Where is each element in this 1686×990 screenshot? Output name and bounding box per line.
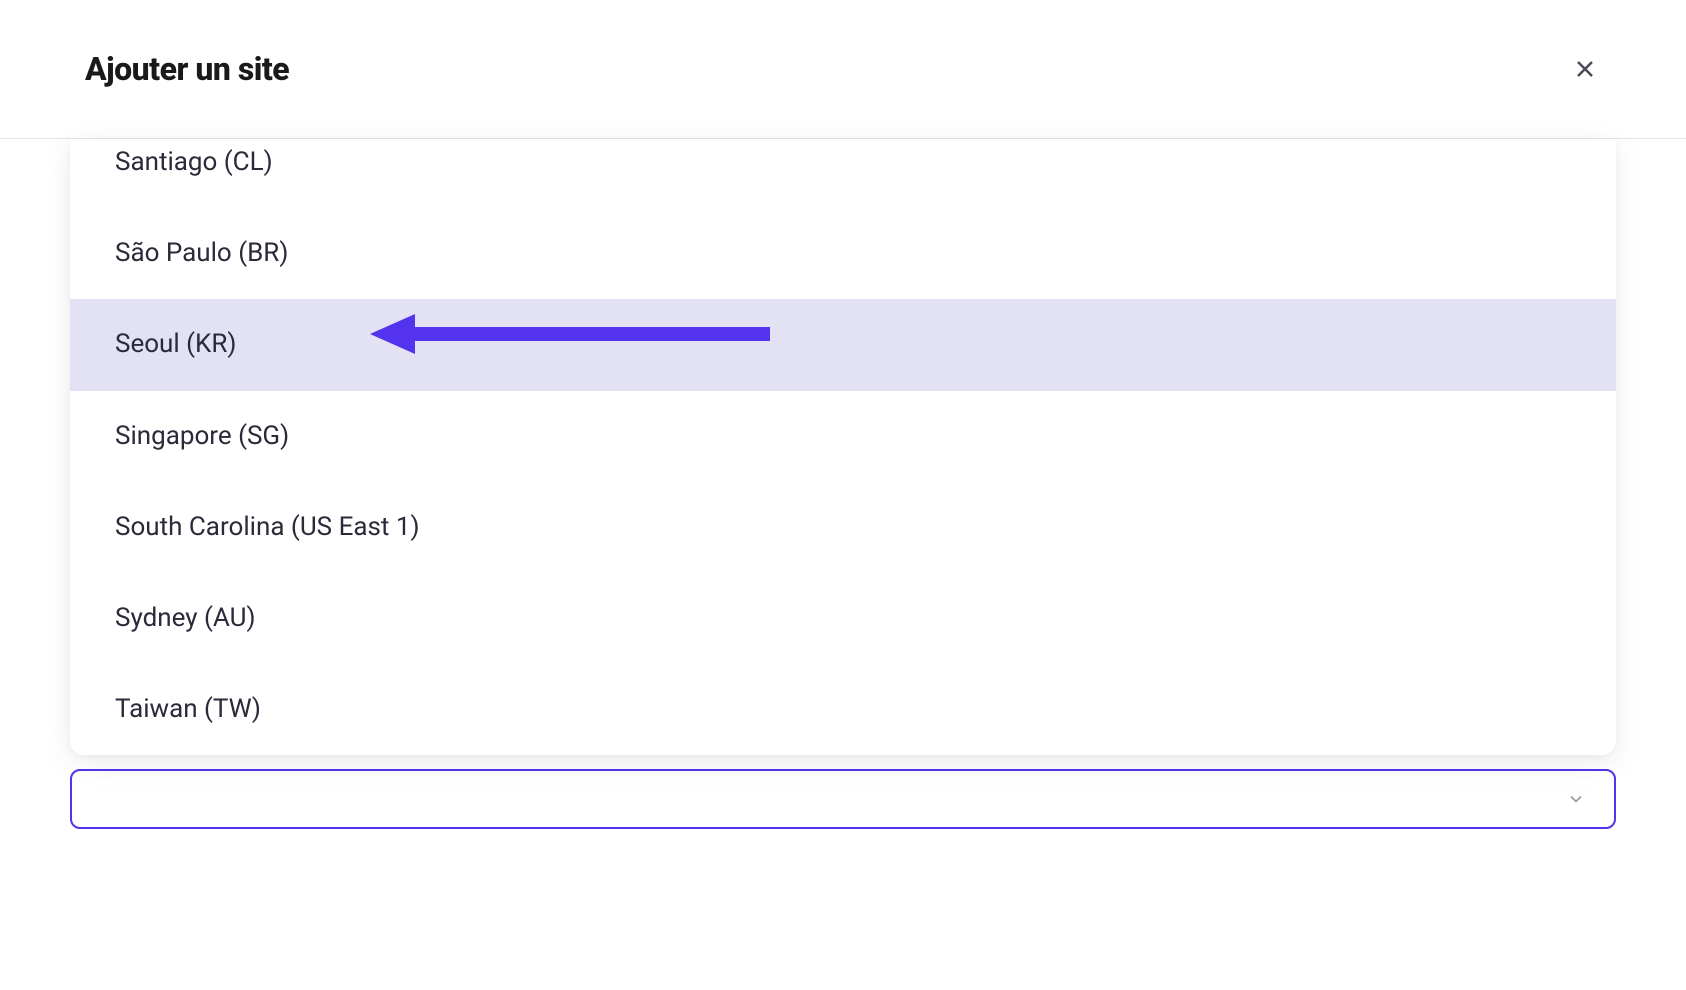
dropdown-item-santiago[interactable]: Santiago (CL) [70, 139, 1616, 208]
dropdown-item-south-carolina[interactable]: South Carolina (US East 1) [70, 482, 1616, 573]
close-icon [1573, 57, 1597, 81]
chevron-down-icon [1566, 789, 1586, 809]
region-select[interactable] [70, 769, 1616, 829]
dropdown-item-singapore[interactable]: Singapore (SG) [70, 391, 1616, 482]
region-dropdown: Santiago (CL) São Paulo (BR) Seoul (KR) … [70, 139, 1616, 755]
dropdown-item-sydney[interactable]: Sydney (AU) [70, 573, 1616, 664]
close-button[interactable] [1569, 53, 1601, 85]
dropdown-item-sao-paulo[interactable]: São Paulo (BR) [70, 208, 1616, 299]
dropdown-item-taiwan[interactable]: Taiwan (TW) [70, 664, 1616, 755]
dropdown-item-seoul[interactable]: Seoul (KR) [70, 299, 1616, 390]
modal-header: Ajouter un site [0, 0, 1686, 139]
modal-title: Ajouter un site [85, 50, 289, 88]
